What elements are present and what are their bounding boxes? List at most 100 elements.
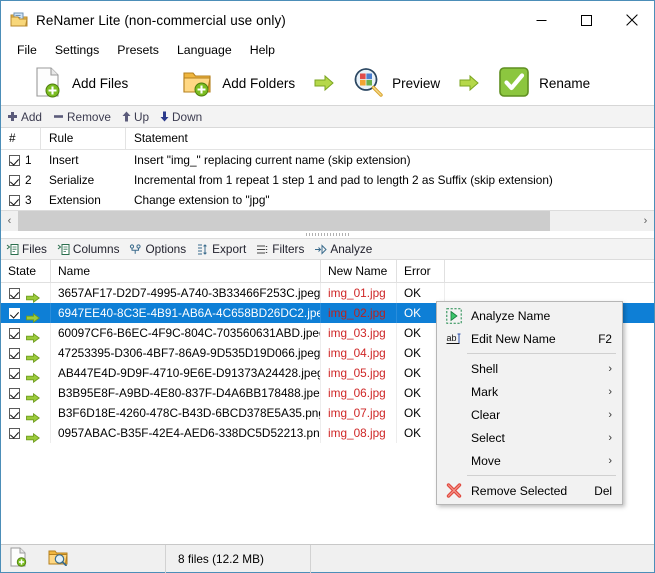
file-name-cell: 6947EE40-8C3E-4B91-AB6A-4C658BD26DC2.jpe… xyxy=(51,303,321,323)
context-menu-item-mark[interactable]: Mark › xyxy=(437,380,622,403)
file-row[interactable]: 3657AF17-D2D7-4995-A740-3B33466F253C.jpe… xyxy=(1,283,654,303)
files-toolbar: Files Columns Options Export Filters Ana… xyxy=(1,238,654,260)
state-arrow-icon xyxy=(26,349,40,363)
arrow-down-icon xyxy=(160,111,169,122)
minimize-button[interactable] xyxy=(519,1,564,39)
scroll-thumb[interactable] xyxy=(18,211,551,231)
rules-col-num[interactable]: # xyxy=(1,128,41,149)
file-new-name-cell: img_08.jpg xyxy=(321,423,397,443)
arrow-up-icon xyxy=(122,111,131,122)
files-col-error[interactable]: Error xyxy=(397,260,445,282)
scroll-left-button[interactable]: ‹ xyxy=(1,211,18,231)
rule-checkbox[interactable] xyxy=(9,154,20,166)
menu-bar: File Settings Presets Language Help xyxy=(1,39,654,61)
preview-label: Preview xyxy=(392,75,441,91)
context-menu-item-label: Remove Selected xyxy=(471,483,568,498)
state-arrow-icon xyxy=(26,329,40,343)
add-files-button[interactable]: Add Files xyxy=(27,63,134,104)
files-col-new-name[interactable]: New Name xyxy=(321,260,397,282)
rule-row[interactable]: 1 Insert Insert "img_" replacing current n… xyxy=(1,150,654,170)
files-col-state[interactable]: State xyxy=(1,260,51,282)
analyze-icon xyxy=(314,243,328,255)
rule-add-button[interactable]: Add xyxy=(7,110,42,124)
file-checkbox[interactable] xyxy=(9,327,20,339)
rule-checkbox[interactable] xyxy=(9,194,20,206)
menu-item-file[interactable]: File xyxy=(8,41,46,59)
rule-row[interactable]: 2 Serialize Incremental from 1 repeat 1 st… xyxy=(1,170,654,190)
rule-num-cell: 3 xyxy=(1,190,41,210)
rules-col-statement[interactable]: Statement xyxy=(126,128,654,149)
rule-type-cell: Serialize xyxy=(49,173,95,187)
plus-icon xyxy=(7,111,18,122)
file-state-cell xyxy=(1,343,51,363)
columns-menu-button[interactable]: Columns xyxy=(57,242,119,256)
file-new-name-cell: img_01.jpg xyxy=(321,283,397,303)
file-name-cell: 3657AF17-D2D7-4995-A740-3B33466F253C.jpe… xyxy=(51,283,321,303)
file-checkbox[interactable] xyxy=(9,347,20,359)
menu-item-help[interactable]: Help xyxy=(241,41,284,59)
context-menu-item-clear[interactable]: Clear › xyxy=(437,403,622,426)
add-folder-icon xyxy=(182,67,213,100)
files-col-name[interactable]: Name xyxy=(51,260,321,282)
rule-checkbox[interactable] xyxy=(9,174,20,186)
add-files-label: Add Files xyxy=(72,75,129,91)
find-folder-icon[interactable] xyxy=(48,548,69,569)
scroll-track[interactable] xyxy=(18,211,637,231)
main-toolbar: Add Files Add Folders Preview Rename xyxy=(1,61,654,106)
state-arrow-icon xyxy=(26,369,40,383)
context-menu-item-move[interactable]: Move › xyxy=(437,449,622,472)
menu-item-language[interactable]: Language xyxy=(168,41,241,59)
preview-button[interactable]: Preview xyxy=(347,64,446,103)
file-pad-cell xyxy=(445,283,654,303)
edit-name-icon: ab xyxy=(445,330,463,348)
file-checkbox[interactable] xyxy=(9,367,20,379)
file-name-cell: 47253395-D306-4BF7-86A9-9D535D19D066.jpe… xyxy=(51,343,321,363)
columns-icon xyxy=(57,243,70,255)
menu-item-settings[interactable]: Settings xyxy=(46,41,108,59)
chevron-right-icon: › xyxy=(608,454,612,467)
filters-menu-button[interactable]: Filters xyxy=(256,242,304,256)
rules-col-rule[interactable]: Rule xyxy=(41,128,126,149)
add-folders-button[interactable]: Add Folders xyxy=(176,64,301,103)
files-col-pad xyxy=(445,260,654,282)
context-menu-item-edit-new-name[interactable]: ab Edit New Name F2 xyxy=(437,327,622,350)
rule-down-button[interactable]: Down xyxy=(160,110,202,124)
file-state-cell xyxy=(1,303,51,323)
rule-row[interactable]: 3 Extension Change extension to "jpg" xyxy=(1,190,654,210)
rule-down-label: Down xyxy=(172,109,203,124)
rule-remove-button[interactable]: Remove xyxy=(53,110,111,124)
rule-up-button[interactable]: Up xyxy=(122,110,149,124)
rule-remove-label: Remove xyxy=(67,109,111,124)
status-file-count: 8 files (12.2 MB) xyxy=(166,544,311,573)
rules-horizontal-scrollbar[interactable]: ‹ › xyxy=(1,210,654,231)
toolbar-arrow-2-icon xyxy=(446,74,492,92)
context-menu-item-select[interactable]: Select › xyxy=(437,426,622,449)
svg-text:ab: ab xyxy=(447,333,457,343)
title-bar: ReNamer Lite (non-commercial use only) xyxy=(1,1,654,39)
file-state-cell xyxy=(1,283,51,303)
files-menu-button[interactable]: Files xyxy=(6,242,47,256)
file-checkbox[interactable] xyxy=(9,307,20,319)
state-arrow-icon xyxy=(26,429,40,443)
maximize-button[interactable] xyxy=(564,1,609,39)
window-title: ReNamer Lite (non-commercial use only) xyxy=(36,12,286,28)
file-checkbox[interactable] xyxy=(9,427,20,439)
menu-item-presets[interactable]: Presets xyxy=(108,41,168,59)
context-menu-item-analyze-name[interactable]: Analyze Name xyxy=(437,304,622,327)
file-checkbox[interactable] xyxy=(9,287,20,299)
file-state-cell xyxy=(1,323,51,343)
context-menu-item-remove-selected[interactable]: Remove Selected Del xyxy=(437,479,622,502)
context-menu-shortcut: Del xyxy=(594,483,612,498)
pane-splitter[interactable] xyxy=(1,231,654,238)
add-file-small-icon[interactable] xyxy=(9,547,28,570)
close-button[interactable] xyxy=(609,1,654,39)
context-menu-item-shell[interactable]: Shell › xyxy=(437,357,622,380)
file-checkbox[interactable] xyxy=(9,407,20,419)
rename-button[interactable]: Rename xyxy=(492,63,596,104)
options-menu-button[interactable]: Options xyxy=(129,242,186,256)
file-checkbox[interactable] xyxy=(9,387,20,399)
analyze-menu-button[interactable]: Analyze xyxy=(314,242,372,256)
scroll-right-button[interactable]: › xyxy=(637,211,654,231)
rules-body: 1 Insert Insert "img_" replacing current n… xyxy=(1,150,654,210)
export-menu-button[interactable]: Export xyxy=(196,242,246,256)
